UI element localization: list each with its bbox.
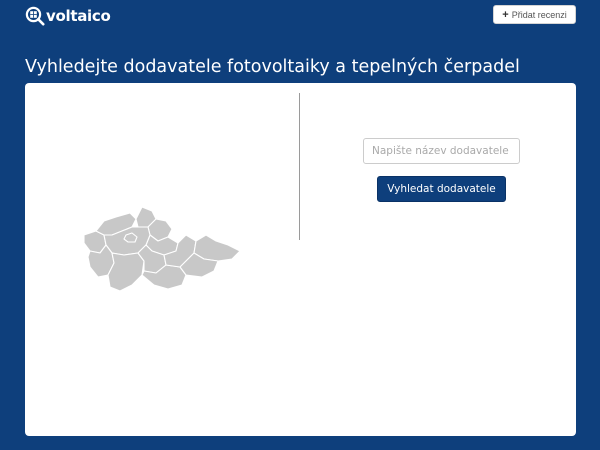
czech-regions-map[interactable] (82, 205, 242, 300)
vertical-divider (299, 93, 300, 240)
magnifier-solar-panel-icon (25, 6, 45, 26)
search-suppliers-button[interactable]: Vyhledat dodavatele (377, 176, 506, 202)
plus-icon: + (502, 8, 509, 21)
search-card: Vyhledat dodavatele (25, 83, 576, 436)
brand-name: voltaico (46, 7, 111, 25)
add-review-label: Přidat recenzi (511, 9, 567, 20)
map-region-jihocesky[interactable] (107, 252, 145, 292)
add-review-button[interactable]: + Přidat recenzi (493, 5, 576, 24)
page-title: Vyhledejte dodavatele fotovoltaiky a tep… (25, 57, 520, 77)
voltaico-logo[interactable]: voltaico (25, 5, 111, 27)
supplier-search-input[interactable] (363, 138, 520, 164)
top-bar: voltaico + Přidat recenzi (0, 0, 600, 34)
